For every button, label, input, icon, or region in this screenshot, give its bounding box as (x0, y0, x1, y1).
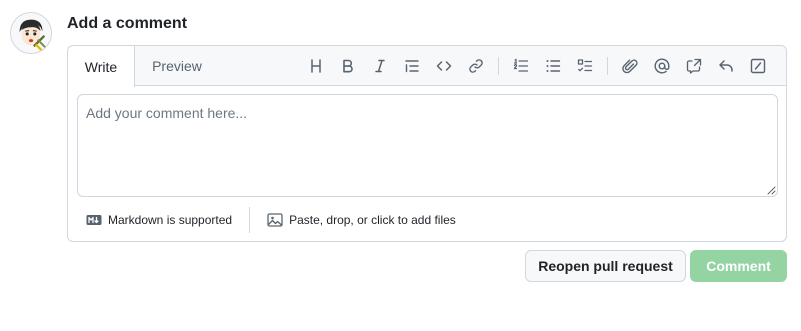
resize-handle-icon[interactable] (767, 186, 776, 195)
tab-write[interactable]: Write (68, 46, 135, 87)
mention-button[interactable] (646, 50, 678, 82)
quote-button[interactable] (396, 50, 428, 82)
numbered-list-button[interactable] (505, 50, 537, 82)
image-icon (267, 213, 283, 227)
bold-icon (343, 59, 353, 73)
editor-footer: Markdown is supported Paste, drop, or cl… (68, 204, 786, 236)
bold-button[interactable] (332, 50, 364, 82)
markdown-supported-link[interactable]: Markdown is supported (68, 212, 249, 228)
tab-preview[interactable]: Preview (143, 46, 211, 86)
markdown-supported-label: Markdown is supported (108, 213, 233, 227)
paperclip-icon (622, 59, 638, 74)
link-icon (469, 59, 483, 73)
comment-button[interactable]: Comment (690, 250, 787, 282)
italic-button[interactable] (364, 50, 396, 82)
reply-icon (719, 60, 733, 72)
attach-files-label: Paste, drop, or click to add files (289, 213, 456, 227)
task-list-icon (577, 59, 593, 72)
markdown-toolbar (300, 46, 774, 86)
markdown-icon (86, 215, 102, 225)
heading-icon (311, 59, 321, 73)
link-button[interactable] (460, 50, 492, 82)
task-list-button[interactable] (569, 50, 601, 82)
reopen-pull-request-button[interactable]: Reopen pull request (525, 250, 686, 282)
saved-replies-button[interactable] (710, 50, 742, 82)
mention-icon (654, 58, 670, 74)
slash-commands-button[interactable] (742, 50, 774, 82)
unordered-list-button[interactable] (537, 50, 569, 82)
quote-icon (405, 60, 419, 73)
avatar-image-icon (11, 13, 51, 53)
unordered-list-icon (546, 60, 561, 72)
attach-file-button[interactable] (614, 50, 646, 82)
code-icon (436, 61, 452, 71)
toolbar-divider (498, 57, 499, 75)
heading-button[interactable] (300, 50, 332, 82)
comment-textarea-container (77, 94, 778, 197)
slash-commands-icon (750, 58, 766, 74)
numbered-list-icon (513, 58, 529, 72)
comment-textarea[interactable] (78, 95, 777, 196)
italic-icon (375, 59, 385, 73)
comment-editor: Write Preview Add your comment here... M… (67, 45, 787, 242)
reference-button[interactable] (678, 50, 710, 82)
toolbar-divider (607, 57, 608, 75)
cross-reference-icon (686, 58, 702, 74)
attach-files-button[interactable]: Paste, drop, or click to add files (250, 212, 456, 228)
editor-header: Write Preview (68, 46, 786, 87)
page-title: Add a comment (67, 15, 188, 32)
code-button[interactable] (428, 50, 460, 82)
avatar[interactable] (10, 12, 52, 54)
